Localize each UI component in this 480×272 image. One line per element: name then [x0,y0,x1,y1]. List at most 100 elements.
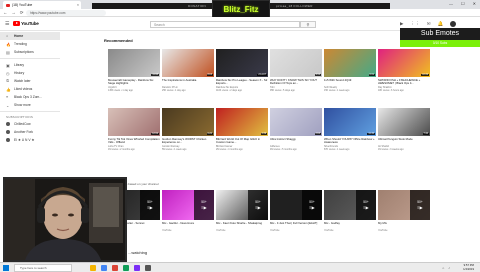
video-meta: 25K views • 1 day ago [162,89,186,92]
mix-count: 50+ [147,200,153,204]
video-title[interactable]: Ultra Instinct Shaggy [270,138,322,141]
sidebar-item-icon: ▣ [6,63,10,68]
search-input[interactable]: Search [150,21,300,28]
sidebar-item-icon: ◷ [6,71,10,76]
video-title[interactable]: Funny Tik Tok Vines Whorled Compilation … [108,138,160,144]
sidebar-item-show-more[interactable]: ⌄ Show more [0,101,60,109]
sidebar-item-library[interactable]: ▣ Library [0,61,60,69]
video-duration: 2:03 [314,133,321,135]
sidebar-item-label: History [14,71,25,75]
video-thumbnail[interactable]: 2:14:07 [216,49,268,77]
close-tab-icon[interactable]: × [77,3,79,7]
video-thumbnail[interactable]: 11:08 [108,49,160,77]
mix-count-panel: 50+ ≡▶ [410,190,430,220]
video-title[interactable]: The Inspirations in Australia [162,79,214,82]
avatar[interactable] [450,21,457,27]
video-title[interactable]: Gordon Ramsay's WORST Chicken Experience… [162,138,214,144]
video-thumbnail[interactable]: 10:22 [378,49,430,77]
tab-title: (18) YouTube [12,3,33,7]
video-title[interactable]: Blizzard World Out Of Map Glitch in Cust… [216,138,268,144]
video-thumbnail[interactable]: 4:49 [216,108,268,136]
taskbar-app-icon[interactable] [112,265,118,271]
forward-icon[interactable]: → [11,10,15,16]
notifications-icon[interactable]: 🔔 [438,21,444,27]
playlist-play-icon: ≡▶ [147,205,153,210]
browser-tab[interactable]: (18) YouTube × [3,1,81,9]
taskbar-app-icon[interactable] [123,265,129,271]
video-duration: 6:20 [206,133,213,135]
mix-thumbnail[interactable]: 50+ ≡▶ [162,190,214,220]
video-title[interactable]: Mousecraft Gameplay - Rainbow Six Siege … [108,79,160,85]
video-thumbnail[interactable]: 2:03 [270,108,322,136]
video-duration: 2:14:07 [257,74,267,76]
mix-thumbnail[interactable]: 50+ ≡▶ [270,190,322,220]
network-icon[interactable]: ⌂ [442,266,444,270]
streamer-name: Blitz_Fitz [223,4,259,14]
windows-start-icon[interactable] [3,265,9,271]
sidebar-item-history[interactable]: ◷ History [0,69,60,77]
sidebar-divider [0,111,60,112]
apps-icon[interactable]: ⋮⋮ [411,21,420,27]
video-meta: 110K views • 2 days ago [216,89,242,92]
mix-title[interactable]: Mix - Godfay [324,222,376,225]
taskbar-search-input[interactable]: Type here to search [14,264,72,272]
sidebar-item-label: Home [14,34,24,38]
video-title[interactable]: WHY DON'T I KNOW THIS SO YOU? Definition… [270,79,322,85]
video-title[interactable]: Rainbow Six Pro League - Season X - S2 E… [216,79,268,85]
video-meta: 18K views • 6 hours ago [378,89,404,92]
taskbar-clock[interactable]: 9:57 PM 1/4/2019 [463,263,474,271]
taskbar-app-icon[interactable] [145,265,151,271]
close-window-button[interactable]: ✕ [473,1,476,6]
video-title[interactable]: SWORD FISH + FISHCHEWCE + AWESOME? | Bla… [378,79,430,85]
sidebar-item-subscriptions[interactable]: ▤ Subscriptions [0,48,60,56]
chat-icon[interactable]: ✉ [427,21,431,27]
mix-count-panel: 50+ ≡▶ [194,190,214,220]
video-title[interactable]: When Should YOURS* Office Rainbow + Awar… [324,138,376,144]
video-thumbnail[interactable]: 8:03 [162,49,214,77]
reload-icon[interactable]: ⟳ [20,10,24,16]
playlist-play-icon: ≡▶ [201,205,207,210]
maximize-button[interactable]: ☐ [461,1,465,6]
sidebar: ⌂ Home 🔥 Trending ▤ Subscriptions ▣ Library ◷ Hi… [0,32,60,172]
taskbar-app-icon[interactable] [101,265,107,271]
mix-thumbnail[interactable]: 50+ ≡▶ [378,190,430,220]
sidebar-item-icon: 🔥 [6,42,11,47]
youtube-logo[interactable]: YouTube [13,21,39,26]
search-button[interactable]: ⚲ [300,21,316,28]
sidebar-subscription[interactable]: El ★ U N V ★ [0,136,60,144]
back-icon[interactable]: ← [3,10,7,16]
video-title[interactable]: 1v5 With Sound 4Q19 [324,79,376,82]
mix-title[interactable]: Mix - It Just That | Full Version [EAHT] [270,222,322,225]
sidebar-item-black-ops-3-zom[interactable]: ≡ Black Ops 3 Zom... [0,93,60,101]
video-thumbnail[interactable]: 6:20 [162,108,214,136]
sidebar-item-trending[interactable]: 🔥 Trending [0,40,60,48]
sidebar-item-label: Library [14,63,25,67]
sidebar-item-home[interactable]: ⌂ Home [0,32,60,40]
mix-title[interactable]: Mix - Kaori Koto Sharlie - Shakaiprog [216,222,268,225]
mix-title[interactable]: My Mix [378,222,430,225]
nav-buttons: ← → ⟳ [3,10,23,16]
sidebar-subscription[interactable]: Another Fork [0,128,60,136]
upload-icon[interactable]: ▶ [400,21,404,27]
sidebar-item-watch-later[interactable]: ⏲ Watch later [0,77,60,85]
mix-thumbnail[interactable]: 50+ ≡▶ [216,190,268,220]
sidebar-subscription[interactable]: ChilledCow [0,120,60,128]
hamburger-menu-icon[interactable]: ☰ [5,21,9,27]
mix-thumbnail[interactable]: 50+ ≡▶ [324,190,376,220]
minimize-button[interactable]: — [449,1,453,6]
video-thumbnail[interactable]: 7:40 [378,108,430,136]
video-thumbnail[interactable]: 11:34 [324,108,376,136]
video-thumbnail[interactable]: 12:02 [108,108,160,136]
video-duration: 4:49 [260,133,267,135]
sidebar-item-liked-videos[interactable]: 👍 Liked videos [0,85,60,93]
taskbar-app-icon[interactable] [134,265,140,271]
playlist-play-icon: ≡▶ [309,205,315,210]
video-thumbnail[interactable]: 9:12 [270,49,322,77]
volume-icon[interactable]: ♪ [448,266,450,270]
video-title[interactable]: Ultimat Penguin Stolo Mode [378,138,430,141]
search-icon: ⚲ [306,22,310,27]
taskbar-app-icon[interactable] [90,265,96,271]
video-thumbnail[interactable]: 0:31 [324,49,376,77]
video-meta: 2M views • 4 months ago [216,148,243,151]
mix-title[interactable]: Mix - Gacifer - Nevermore [162,222,214,225]
